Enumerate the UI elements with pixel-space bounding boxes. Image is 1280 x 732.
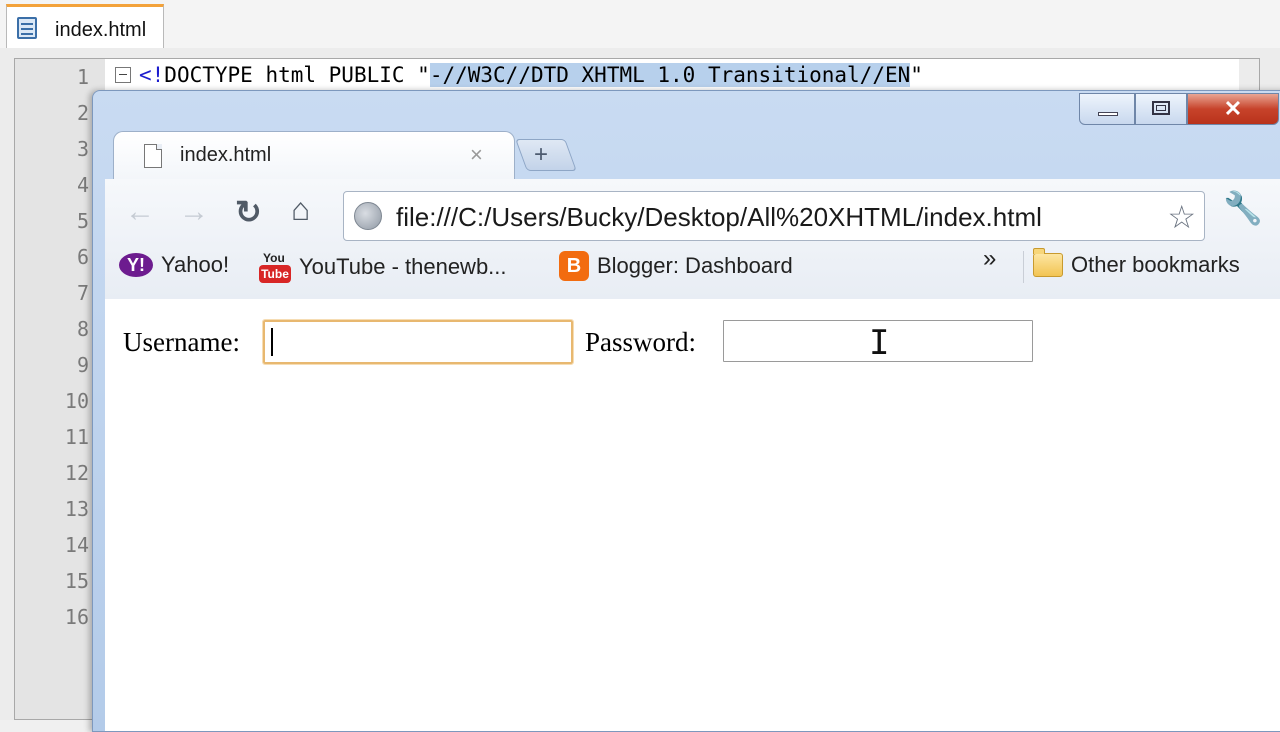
line-number: 16 [64,605,89,629]
bookmark-yahoo[interactable]: Y! Yahoo! [119,251,229,283]
editor-tab-index-html[interactable]: index.html [6,4,164,48]
browser-tab-index-html[interactable]: index.html × [113,131,515,179]
youtube-icon: You Tube [259,251,291,283]
code-fold-toggle[interactable] [115,67,131,83]
document-icon [17,17,37,39]
bookmark-label: Blogger: Dashboard [597,253,793,278]
line-number: 5 [76,209,89,233]
line-number: 7 [76,281,89,305]
other-bookmarks-button[interactable]: Other bookmarks [1033,248,1240,283]
line-number: 1 [76,65,89,89]
page-icon [144,144,162,168]
reload-icon[interactable]: ↻ [235,193,262,231]
line-number: 12 [64,461,89,485]
close-window-button[interactable]: ✕ [1187,93,1279,125]
line-number: 3 [76,137,89,161]
window-controls: ✕ [1079,91,1279,127]
mouse-ibeam-cursor: I [869,323,890,363]
bookmark-blogger[interactable]: B Blogger: Dashboard [559,251,793,283]
other-bookmarks-label: Other bookmarks [1071,252,1240,278]
globe-icon [354,202,382,230]
bookmark-label: YouTube - thenewb... [299,254,507,279]
maximize-button[interactable] [1135,93,1187,125]
browser-toolbar: ← → ↻ ⌂ file:///C:/Users/Bucky/Desktop/A… [105,179,1280,300]
star-icon[interactable]: ☆ [1167,198,1196,236]
line-number: 2 [76,101,89,125]
bookmarks-overflow-chevron-icon[interactable]: » [983,245,996,273]
page-content: Username: Password: I [105,299,1280,731]
tab-close-icon[interactable]: × [470,142,483,168]
code-token-selected: -//W3C//DTD XHTML 1.0 Transitional//EN [429,63,911,87]
line-number: 15 [64,569,89,593]
folder-icon [1033,248,1063,278]
line-number: 13 [64,497,89,521]
line-number: 4 [76,173,89,197]
code-token-close: " [910,63,923,87]
youtube-icon-text-bottom: Tube [259,265,291,283]
code-token-doctype: DOCTYPE html PUBLIC " [164,63,430,87]
line-number: 8 [76,317,89,341]
home-icon[interactable]: ⌂ [291,191,310,228]
bookmarks-bar: Y! Yahoo! You Tube YouTube - thenewb... B Bl… [105,245,1280,289]
line-number: 6 [76,245,89,269]
bookmarks-divider [1023,251,1024,283]
line-number: 10 [64,389,89,413]
tab-title: index.html [180,144,272,166]
forward-arrow-icon[interactable]: → [179,195,209,229]
editor-tab-label: index.html [55,19,147,41]
browser-window: ✕ index.html × + ← → ↻ ⌂ file:///C:/User… [92,90,1280,732]
username-input[interactable] [262,319,574,365]
wrench-icon[interactable]: 🔧 [1223,189,1263,227]
url-text[interactable]: file:///C:/Users/Bucky/Desktop/All%20XHT… [396,202,1042,233]
youtube-icon-text-top: You [263,251,285,265]
editor-tab-bar: index.html [0,0,1280,48]
line-number: 9 [76,353,89,377]
line-number: 14 [64,533,89,557]
minimize-button[interactable] [1079,93,1135,125]
bookmark-label: Yahoo! [161,252,230,278]
blogger-icon: B [559,251,589,281]
password-label: Password: [585,327,697,357]
plus-icon[interactable]: + [534,141,548,169]
line-number: 11 [64,425,89,449]
text-caret [271,328,273,356]
yahoo-icon: Y! [119,253,153,278]
bookmark-youtube[interactable]: You Tube YouTube - thenewb... [259,251,507,283]
back-arrow-icon[interactable]: ← [125,195,155,229]
username-label: Username: [123,327,240,357]
code-token-open: <! [139,63,165,87]
code-line-1: <!DOCTYPE html PUBLIC "-//W3C//DTD XHTML… [139,63,923,87]
address-bar[interactable]: file:///C:/Users/Bucky/Desktop/All%20XHT… [343,191,1205,241]
